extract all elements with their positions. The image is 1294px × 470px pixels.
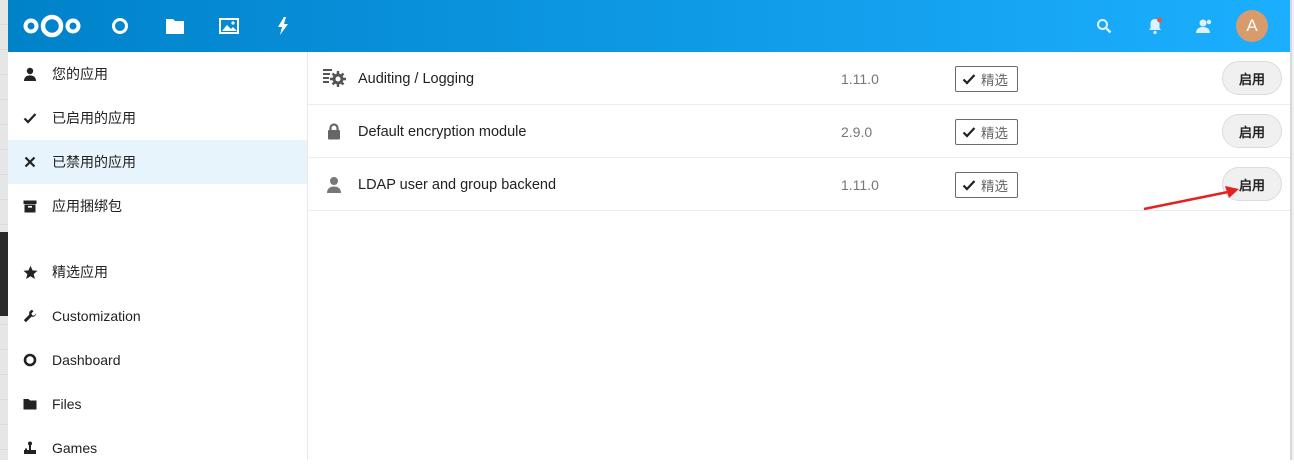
app-version: 1.11.0 (841, 70, 879, 87)
featured-badge: 精选 (955, 66, 1018, 92)
sidebar-item-featured-apps[interactable]: 精选应用 (8, 250, 307, 294)
check-icon (962, 127, 976, 138)
background-dark-block (0, 232, 8, 316)
sidebar-item-disabled-apps[interactable]: 已禁用的应用 (8, 140, 307, 184)
sidebar-item-label: 已禁用的应用 (52, 154, 136, 170)
sidebar-item-label: 精选应用 (52, 264, 108, 280)
wrench-icon (8, 294, 52, 338)
annotation-arrow-icon (1143, 186, 1239, 211)
app-version: 2.9.0 (841, 123, 873, 140)
list-item: Default encryption module 2.9.0 精选 启用 (308, 105, 1290, 158)
check-icon (962, 180, 976, 191)
search-icon[interactable] (1092, 14, 1116, 38)
sidebar-item-app-bundles[interactable]: 应用捆绑包 (8, 184, 307, 228)
enable-button[interactable]: 启用 (1222, 114, 1282, 148)
featured-badge: 精选 (955, 119, 1018, 145)
sidebar-item-enabled-apps[interactable]: 已启用的应用 (8, 96, 307, 140)
featured-label: 精选 (981, 73, 1008, 88)
user-icon (8, 52, 52, 96)
featured-label: 精选 (981, 179, 1008, 194)
star-icon (8, 250, 52, 294)
sidebar-item-label: Games (52, 440, 98, 456)
sidebar-item-label: Files (52, 396, 82, 412)
dashboard-icon[interactable] (108, 14, 132, 38)
sidebar-item-label: 已启用的应用 (52, 110, 136, 126)
enable-button[interactable]: 启用 (1222, 61, 1282, 95)
sidebar-item-games[interactable]: Games (8, 426, 307, 470)
sidebar-item-label: 您的应用 (52, 66, 108, 82)
check-icon (8, 96, 52, 140)
featured-label: 精选 (981, 126, 1008, 141)
sidebar-item-customization[interactable]: Customization (8, 294, 307, 338)
photos-icon[interactable] (217, 14, 241, 38)
user-avatar[interactable]: A (1236, 10, 1268, 42)
sidebar-item-files[interactable]: Files (8, 382, 307, 426)
featured-badge: 精选 (955, 172, 1018, 198)
contacts-icon[interactable] (1192, 14, 1216, 38)
nextcloud-app-window: A 您的应用 已启用的应用 已禁用的应用 应用捆绑包 精选应用 Customiz… (8, 0, 1292, 460)
auditing-icon (322, 66, 346, 90)
sidebar-item-label: Dashboard (52, 352, 121, 368)
check-icon (962, 74, 976, 85)
app-version: 1.11.0 (841, 176, 879, 193)
app-name[interactable]: LDAP user and group backend (358, 158, 556, 211)
app-categories-sidebar: 您的应用 已启用的应用 已禁用的应用 应用捆绑包 精选应用 Customizat… (8, 52, 308, 460)
app-name[interactable]: Default encryption module (358, 105, 526, 158)
archive-icon (8, 184, 52, 228)
window-border (1290, 0, 1292, 460)
screen-frame: A 您的应用 已启用的应用 已禁用的应用 应用捆绑包 精选应用 Customiz… (0, 0, 1294, 460)
close-icon (8, 140, 52, 184)
files-icon[interactable] (163, 14, 187, 38)
background-window-strip (0, 0, 8, 460)
top-header: A (8, 0, 1292, 52)
joystick-icon (8, 426, 52, 470)
lock-icon (322, 119, 346, 143)
nextcloud-logo-icon[interactable] (20, 12, 84, 40)
sidebar-item-your-apps[interactable]: 您的应用 (8, 52, 307, 96)
list-item: Auditing / Logging 1.11.0 精选 启用 (308, 52, 1290, 105)
user-icon (322, 172, 346, 196)
sidebar-item-label: Customization (52, 308, 141, 324)
app-name[interactable]: Auditing / Logging (358, 52, 474, 105)
folder-icon (8, 382, 52, 426)
notifications-icon[interactable] (1143, 14, 1167, 38)
sidebar-item-dashboard[interactable]: Dashboard (8, 338, 307, 382)
sidebar-item-label: 应用捆绑包 (52, 198, 122, 214)
activity-icon[interactable] (271, 14, 295, 38)
disabled-apps-list: Auditing / Logging 1.11.0 精选 启用 Default … (308, 52, 1292, 460)
circle-icon (8, 338, 52, 382)
